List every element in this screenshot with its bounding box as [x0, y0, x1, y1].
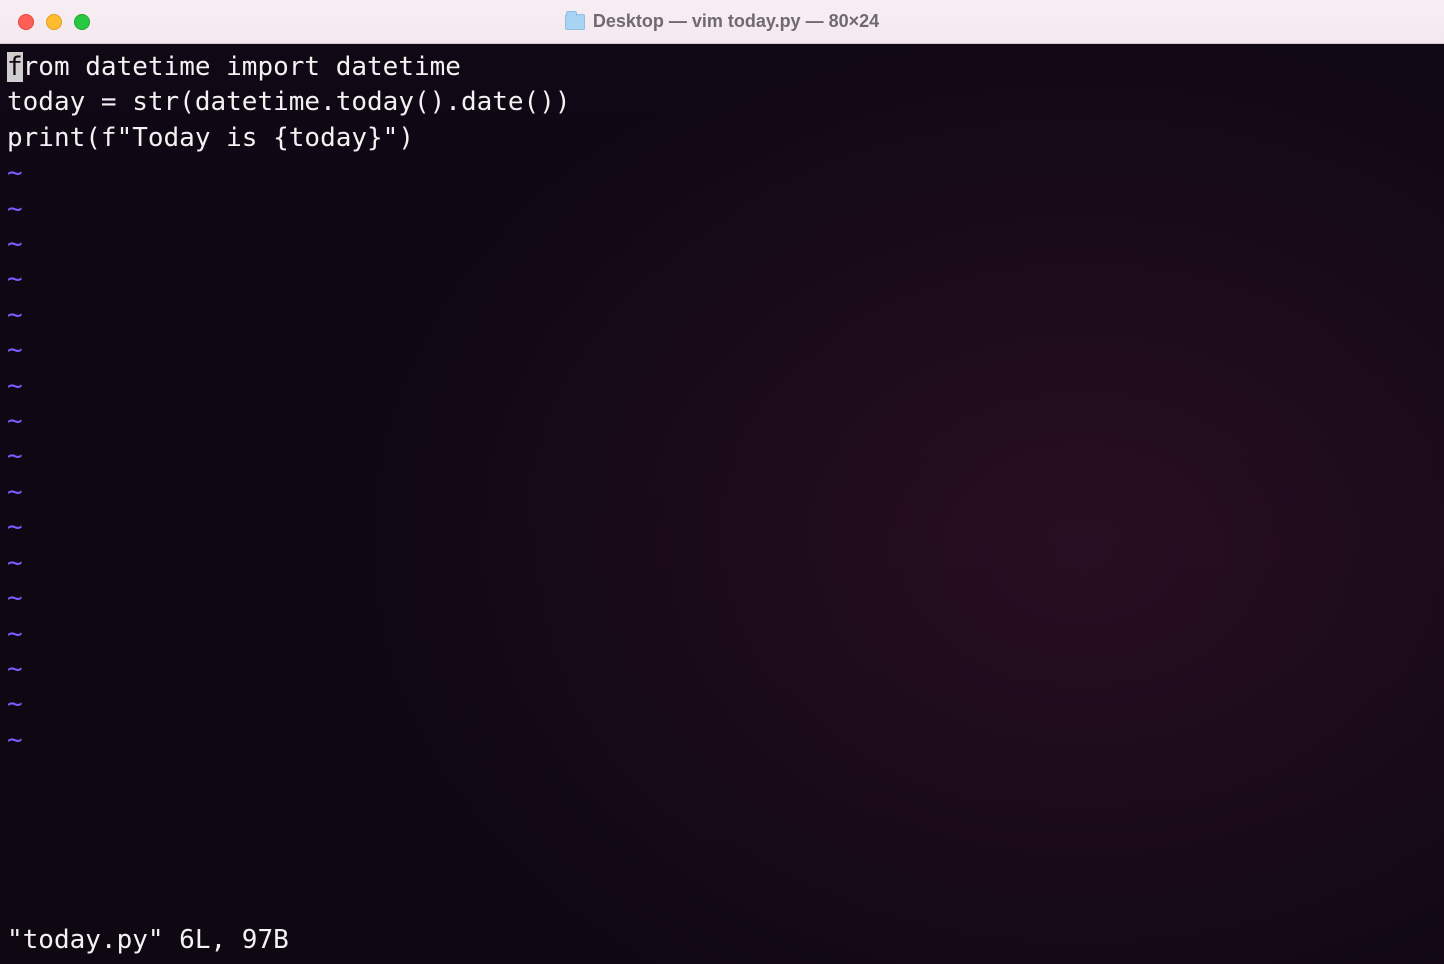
- titlebar[interactable]: Desktop — vim today.py — 80×24: [0, 0, 1444, 44]
- vim-status-line: "today.py" 6L, 97B: [7, 923, 289, 958]
- window-title: Desktop — vim today.py — 80×24: [0, 11, 1444, 32]
- empty-line-marker: ~: [7, 404, 1437, 439]
- empty-line-marker: ~: [7, 546, 1437, 581]
- empty-line-marker: ~: [7, 723, 1437, 758]
- code-line-3: today = str(datetime.today().date()): [7, 85, 1437, 120]
- empty-line-marker: ~: [7, 475, 1437, 510]
- folder-icon: [565, 14, 585, 30]
- empty-line-marker: ~: [7, 156, 1437, 191]
- code-line-1: from datetime import datetime: [7, 50, 1437, 85]
- empty-line-marker: ~: [7, 687, 1437, 722]
- window-controls: [18, 14, 90, 30]
- empty-line-marker: ~: [7, 192, 1437, 227]
- code-text: rom datetime import datetime: [23, 52, 461, 82]
- window-title-text: Desktop — vim today.py — 80×24: [593, 11, 879, 32]
- empty-line-marker: ~: [7, 439, 1437, 474]
- maximize-icon[interactable]: [74, 14, 90, 30]
- empty-line-marker: ~: [7, 227, 1437, 262]
- empty-line-marker: ~: [7, 262, 1437, 297]
- empty-line-marker: ~: [7, 510, 1437, 545]
- close-icon[interactable]: [18, 14, 34, 30]
- cursor: f: [7, 52, 23, 82]
- empty-line-marker: ~: [7, 298, 1437, 333]
- terminal-viewport[interactable]: from datetime import datetime today = st…: [0, 44, 1444, 964]
- terminal-window: Desktop — vim today.py — 80×24 from date…: [0, 0, 1444, 964]
- minimize-icon[interactable]: [46, 14, 62, 30]
- empty-line-marker: ~: [7, 617, 1437, 652]
- code-line-5: print(f"Today is {today}"): [7, 121, 1437, 156]
- empty-line-marker: ~: [7, 333, 1437, 368]
- empty-line-marker: ~: [7, 581, 1437, 616]
- empty-line-marker: ~: [7, 652, 1437, 687]
- empty-line-marker: ~: [7, 369, 1437, 404]
